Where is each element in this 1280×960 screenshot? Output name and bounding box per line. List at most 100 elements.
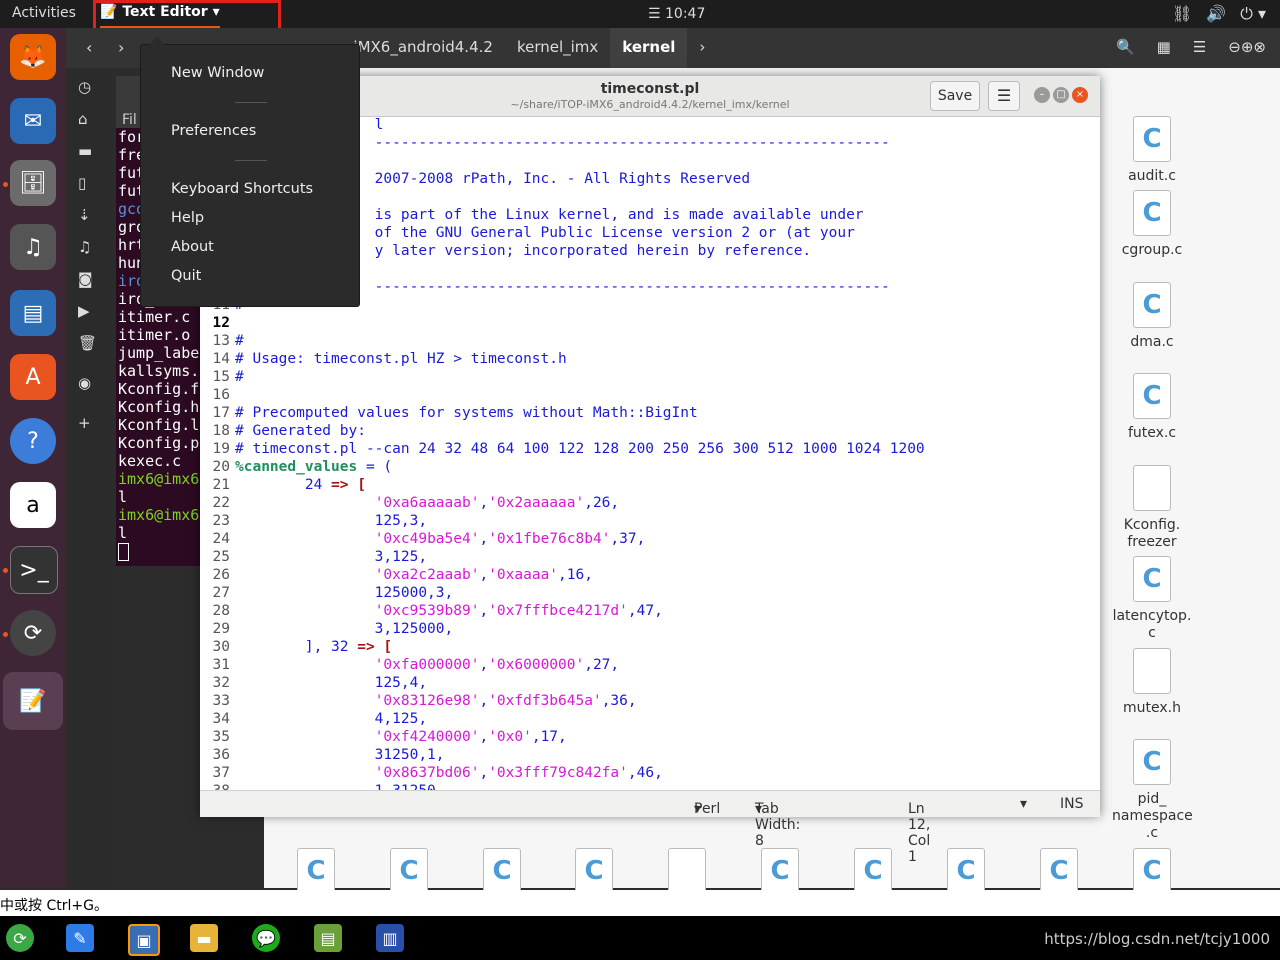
code-line[interactable]: 19 # timeconst.pl --can 24 32 48 64 100 1… [200,440,925,458]
notepad-icon[interactable]: ▤ [314,924,342,952]
amazon-icon[interactable]: a [10,482,56,528]
file-item[interactable]: Cpid_ namespace .c [1112,739,1193,842]
vmware-icon[interactable]: ▣ [128,924,160,956]
system-tray[interactable]: ⛓ 🔊 ⏻ ▾ [1172,4,1266,24]
file-item[interactable]: C [276,848,356,894]
chevron-down-icon[interactable]: ▾ [1020,796,1027,812]
code-line[interactable]: 33 '0x83126e98','0xfdf3b645a',36, [200,692,637,710]
feishu-icon[interactable]: ✎ [66,924,94,952]
code-line[interactable]: 38 1,31250, [200,782,445,790]
file-item[interactable]: C [554,848,634,894]
menu-item-new-window[interactable]: New Window [171,65,264,81]
code-line[interactable]: 13 # [200,332,244,350]
file-item[interactable]: Ccgroup.c [1112,190,1192,259]
code-line[interactable]: 32 125,4, [200,674,428,692]
terminal-menu-label[interactable]: Fil [122,112,137,128]
clock[interactable]: ☰ 10:47 [648,6,705,22]
network-icon[interactable]: ⛓ [1172,4,1192,24]
file-item[interactable]: Cdma.c [1112,282,1192,351]
disc-icon[interactable]: ◉ [78,374,91,392]
music-icon[interactable]: ♫ [78,238,91,256]
menu-item-about[interactable]: About [171,239,214,255]
building-icon[interactable]: ▥ [376,924,404,952]
software-center-icon[interactable]: A [10,354,56,400]
document-icon[interactable]: ▯ [78,174,86,192]
power-icon[interactable]: ⏻ ▾ [1240,4,1266,24]
file-item[interactable]: C [740,848,820,894]
code-line[interactable]: 12 [200,314,235,332]
code-line[interactable]: 28 '0xc9539b89','0x7fffbce4217d',47, [200,602,663,620]
search-icon[interactable]: 🔍 [1116,38,1135,56]
back-icon[interactable]: ‹ [86,38,92,57]
download-icon[interactable]: ⇣ [78,206,91,224]
hamburger-menu-button[interactable]: ☰ [988,81,1020,111]
code-line[interactable]: 31 '0xfa000000','0x6000000',27, [200,656,620,674]
code-line[interactable]: 34 4,125, [200,710,428,728]
menu-item-help[interactable]: Help [171,210,204,226]
files-icon[interactable]: 🗄 [10,160,56,206]
recent-icon[interactable]: ◷ [78,78,91,96]
file-item[interactable]: C [369,848,449,894]
pictures-icon[interactable]: ◙ [78,270,93,288]
code-line[interactable]: 36 31250,1, [200,746,445,764]
path-next-icon[interactable]: › [687,28,717,68]
activities-button[interactable]: Activities [12,5,76,21]
forward-icon[interactable]: › [118,38,124,57]
file-item[interactable]: C [926,848,1006,894]
maximize-icon[interactable]: □ [1053,87,1069,103]
thunderbird-icon[interactable]: ✉ [10,98,56,144]
file-item[interactable]: Clatencytop. c [1112,556,1192,642]
explorer-icon[interactable]: ▬ [190,924,218,952]
file-item[interactable]: C [833,848,913,894]
writer-icon[interactable]: ▤ [10,290,56,336]
text-editor-dock-icon[interactable]: 📝 [3,672,63,730]
menu-item-keyboard-shortcuts[interactable]: Keyboard Shortcuts [171,181,313,197]
code-line[interactable]: 22 '0xa6aaaaab','0x2aaaaaa',26, [200,494,620,512]
file-item[interactable]: C [462,848,542,894]
home-icon[interactable]: ⌂ [78,110,88,128]
code-line[interactable]: 16 [200,386,235,404]
code-line[interactable]: 20 %canned_values = ( [200,458,393,476]
code-line[interactable]: 17 # Precomputed values for systems witho… [200,404,698,422]
code-line[interactable]: 27 125000,3, [200,584,454,602]
file-item[interactable]: C [1112,848,1192,894]
hamburger-menu-icon[interactable]: ☰ [1193,38,1206,56]
code-line[interactable]: 23 125,3, [200,512,428,530]
menu-item-preferences[interactable]: Preferences [171,123,256,139]
app-360-icon[interactable]: ⟳ [6,924,34,952]
view-options-icon[interactable]: ▦ [1157,38,1171,56]
terminal-icon[interactable]: >_ [10,546,58,594]
file-item[interactable]: mutex.h [1112,648,1192,717]
insert-mode[interactable]: INS [1060,796,1084,812]
code-line[interactable]: 14 # Usage: timeconst.pl HZ > timeconst.h [200,350,567,368]
file-item[interactable] [647,848,727,894]
file-item[interactable]: Cfutex.c [1112,373,1192,442]
code-line[interactable]: 25 3,125, [200,548,428,566]
path-segment-kernel[interactable]: kernel [610,28,688,68]
code-line[interactable]: 18 # Generated by: [200,422,366,440]
minimize-icon[interactable]: – [1034,87,1050,103]
wechat-icon[interactable]: 💬 [252,924,280,952]
code-line[interactable]: 37 '0x8637bd06','0x3fff79c842fa',46, [200,764,663,782]
code-line[interactable]: 29 3,125000, [200,620,454,638]
close-icon[interactable]: × [1072,87,1088,103]
code-line[interactable]: 30 ], 32 => [ [200,638,393,656]
window-controls[interactable]: ⊖⊕⊗ [1228,38,1266,56]
code-line[interactable]: 24 '0xc49ba5e4','0x1fbe76c8b4',37, [200,530,646,548]
firefox-icon[interactable]: 🦊 [10,34,56,80]
save-button[interactable]: Save [930,81,980,111]
folder-icon[interactable]: ▬ [78,142,92,160]
file-item[interactable]: Kconfig. freezer [1112,465,1192,551]
file-item[interactable]: Caudit.c [1112,116,1192,185]
code-line[interactable]: 26 '0xa2c2aaab','0xaaaa',16, [200,566,593,584]
video-icon[interactable]: ▶ [78,302,90,320]
file-item[interactable]: C [1019,848,1099,894]
code-line[interactable]: 21 24 => [ [200,476,366,494]
add-location-icon[interactable]: + [78,414,91,432]
volume-icon[interactable]: 🔊 [1206,4,1226,24]
code-line[interactable]: 35 '0xf4240000','0x0',17, [200,728,567,746]
menu-item-quit[interactable]: Quit [171,268,201,284]
rhythmbox-icon[interactable]: ♫ [10,224,56,270]
updater-icon[interactable]: ⟳ [10,610,56,656]
path-segment-imx6[interactable]: -iMX6_android4.4.2 [336,28,505,68]
